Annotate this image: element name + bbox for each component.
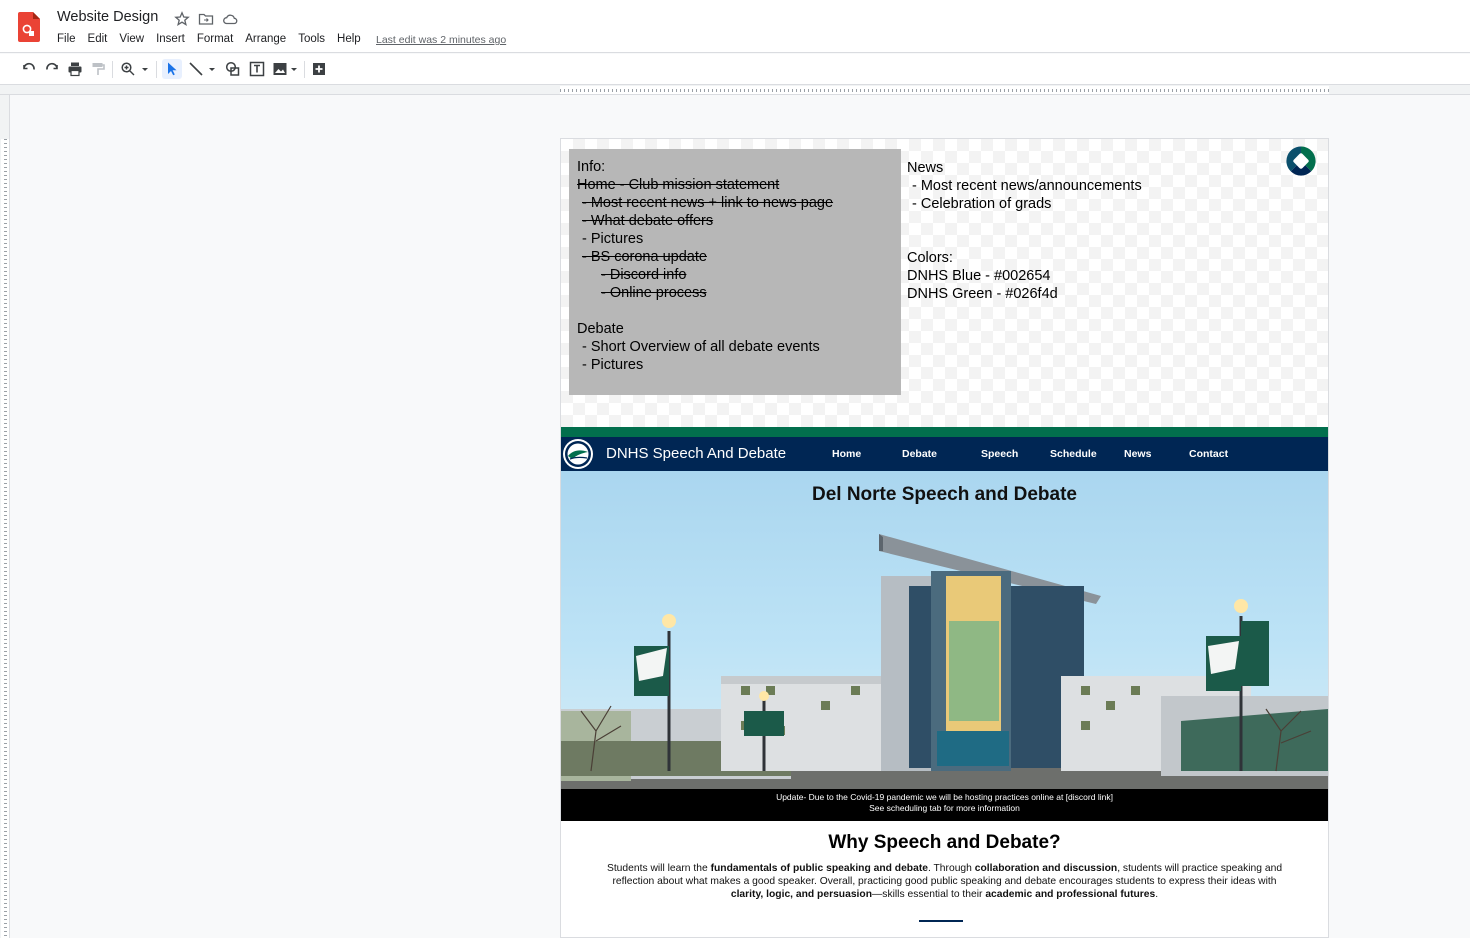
school-seal-icon[interactable] xyxy=(562,438,594,470)
colors-title: Colors: xyxy=(907,250,953,266)
why-highlight: fundamentals of public speaking and deba… xyxy=(710,863,928,874)
toolbar xyxy=(0,54,1470,85)
shape-icon[interactable] xyxy=(224,60,242,78)
menu-tools[interactable]: Tools xyxy=(298,33,325,45)
nav-schedule[interactable]: Schedule xyxy=(1050,448,1097,460)
redo-icon[interactable] xyxy=(43,60,61,78)
nav-news[interactable]: News xyxy=(1124,448,1151,460)
news-colors-notes[interactable]: News - Most recent news/announcements - … xyxy=(907,159,1142,303)
zoom-icon[interactable] xyxy=(119,60,137,78)
zoom-dropdown-icon[interactable] xyxy=(139,60,151,78)
update-line-2: See scheduling tab for more information xyxy=(869,803,1020,813)
site-brand[interactable]: DNHS Speech And Debate xyxy=(606,445,786,462)
why-text: . xyxy=(1155,889,1159,900)
news-title: News xyxy=(907,160,944,176)
update-banner: Update- Due to the Covid-19 pandemic we … xyxy=(561,789,1328,821)
info-item: - BS corona update xyxy=(582,249,707,265)
print-icon[interactable] xyxy=(66,60,84,78)
line-icon[interactable] xyxy=(187,60,205,78)
nav-home[interactable]: Home xyxy=(832,448,861,460)
circle-logo-icon[interactable] xyxy=(1285,145,1317,177)
star-icon[interactable] xyxy=(174,11,190,27)
color-blue: DNHS Blue - #002654 xyxy=(907,268,1051,284)
green-accent-bar xyxy=(561,427,1328,437)
nav-speech[interactable]: Speech xyxy=(981,448,1018,460)
line-dropdown-icon[interactable] xyxy=(206,60,218,78)
info-item: - Online process xyxy=(601,285,707,301)
app-header: Website Design File Edit View Insert For… xyxy=(0,0,1470,53)
why-text: . Through xyxy=(927,863,975,874)
why-text: —skills essential to their xyxy=(872,889,986,900)
info-item: - Discord info xyxy=(601,267,687,283)
menu-insert[interactable]: Insert xyxy=(156,33,185,45)
menu-format[interactable]: Format xyxy=(197,33,233,45)
image-icon[interactable] xyxy=(271,60,289,78)
menu-arrange[interactable]: Arrange xyxy=(245,33,286,45)
move-folder-icon[interactable] xyxy=(198,11,214,27)
debate-item: - Short Overview of all debate events xyxy=(582,339,820,355)
image-dropdown-icon[interactable] xyxy=(288,60,300,78)
document-title[interactable]: Website Design xyxy=(57,9,158,25)
menu-edit[interactable]: Edit xyxy=(88,33,108,45)
text-box-icon[interactable] xyxy=(248,60,266,78)
nav-debate[interactable]: Debate xyxy=(902,448,937,460)
select-icon[interactable] xyxy=(162,59,182,79)
vertical-ruler xyxy=(0,95,10,938)
menu-view[interactable]: View xyxy=(119,33,144,45)
info-item: - Most recent news + link to news page xyxy=(582,195,834,211)
drawings-logo-icon[interactable] xyxy=(18,12,40,42)
why-highlight: clarity, logic, and persuasion xyxy=(730,889,872,900)
why-text: Students will learn the xyxy=(606,863,711,874)
news-item: - Most recent news/announcements xyxy=(912,178,1142,194)
undo-icon[interactable] xyxy=(20,60,38,78)
site-navbar: DNHS Speech And Debate Home Debate Speec… xyxy=(561,437,1328,471)
school-building-image xyxy=(561,534,1328,789)
update-line-1: Update- Due to the Covid-19 pandemic we … xyxy=(776,792,1113,802)
menu-help[interactable]: Help xyxy=(337,33,361,45)
hero-section: Del Norte Speech and Debate xyxy=(561,471,1328,789)
cloud-saved-icon[interactable] xyxy=(222,11,238,27)
menu-file[interactable]: File xyxy=(57,33,76,45)
toolbar-divider xyxy=(304,61,305,78)
menu-bar: File Edit View Insert Format Arrange Too… xyxy=(57,33,373,45)
hero-title: Del Norte Speech and Debate xyxy=(811,484,1078,505)
vertical-ruler-scale xyxy=(1,139,9,938)
why-body: Students will learn the fundamentals of … xyxy=(601,862,1288,901)
toolbar-divider xyxy=(112,61,113,78)
info-item: - Pictures xyxy=(582,231,644,247)
nav-contact[interactable]: Contact xyxy=(1189,448,1228,460)
why-highlight: academic and professional futures xyxy=(985,889,1156,900)
debate-item: - Pictures xyxy=(582,357,644,373)
info-notes-box[interactable]: Info: Home - Club mission statement - Mo… xyxy=(569,149,901,395)
paint-format-icon[interactable] xyxy=(89,60,107,78)
debate-title: Debate xyxy=(577,321,624,337)
section-divider xyxy=(919,920,963,922)
why-title: Why Speech and Debate? xyxy=(828,832,1061,853)
info-item: Home - Club mission statement xyxy=(577,177,780,193)
color-green: DNHS Green - #026f4d xyxy=(907,286,1058,302)
add-comment-icon[interactable] xyxy=(310,60,328,78)
horizontal-ruler xyxy=(0,85,1470,95)
drawing-canvas[interactable]: Info: Home - Club mission statement - Mo… xyxy=(560,138,1329,938)
info-title: Info: xyxy=(577,159,606,175)
horizontal-ruler-scale xyxy=(560,86,1329,94)
why-highlight: collaboration and discussion xyxy=(974,863,1118,874)
news-item: - Celebration of grads xyxy=(912,196,1052,212)
slides-app: Website Design File Edit View Insert For… xyxy=(0,0,1470,938)
toolbar-divider xyxy=(156,61,157,78)
info-item: - What debate offers xyxy=(582,213,714,229)
last-edit-link[interactable]: Last edit was 2 minutes ago xyxy=(376,34,506,46)
